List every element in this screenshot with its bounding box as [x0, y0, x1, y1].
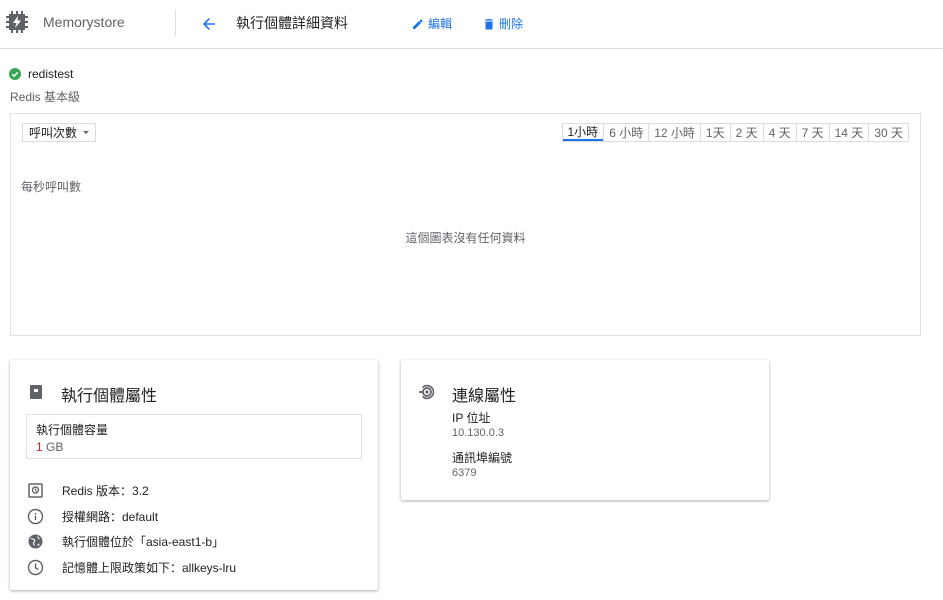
pencil-icon [413, 18, 423, 29]
range-2d[interactable]: 2 天 [729, 124, 763, 141]
range-30d[interactable]: 30 天 [868, 124, 908, 141]
range-7d[interactable]: 7 天 [795, 124, 829, 141]
memorystore-chip-icon [6, 11, 28, 33]
capacity-number: 1 [36, 440, 43, 454]
ip-address-value: 10.130.0.3 [452, 427, 504, 439]
metric-dropdown-value: 呼叫次數 [29, 126, 78, 140]
range-6h[interactable]: 6 小時 [603, 124, 648, 141]
prop-eviction-policy: 記憶體上限政策如下：allkeys-lru [27, 559, 236, 576]
metrics-chart-card: 呼叫次數 1小時 6 小時 12 小時 1天 2 天 4 天 7 天 14 天 … [10, 113, 921, 336]
ip-address-item: IP 位址 10.130.0.3 [452, 409, 504, 439]
chart-empty-message: 這個圖表沒有任何資料 [405, 231, 526, 245]
redis-version-text: Redis 版本：3.2 [62, 484, 149, 498]
product-name[interactable]: Memorystore [43, 14, 125, 30]
port-label: 通訊埠編號 [452, 451, 513, 465]
instance-properties-card: 執行個體屬性 執行個體容量 1 GB Redis 版本：3.2 授權網路：def… [10, 360, 378, 590]
instance-name: redistest [28, 67, 74, 81]
port-item: 通訊埠編號 6379 [452, 449, 512, 479]
chart-y-label: 每秒呼叫數 [21, 180, 82, 194]
header-divider [175, 10, 176, 36]
capacity-value: 1 GB [36, 440, 352, 454]
prop-location: 執行個體位於「asia-east1-b」 [27, 533, 224, 550]
range-1d[interactable]: 1天 [699, 124, 730, 141]
top-bar: Memorystore 執行個體詳細資料 編輯 刪除 [0, 0, 943, 49]
connection-properties-card: 連線屬性 IP 位址 10.130.0.3 通訊埠編號 6379 [401, 360, 769, 500]
range-1h[interactable]: 1小時 [562, 124, 604, 141]
globe-icon [28, 534, 43, 549]
clock-icon [27, 559, 44, 576]
ip-address-label: IP 位址 [452, 411, 491, 425]
check-circle-icon [9, 68, 21, 80]
capacity-label: 執行個體容量 [36, 423, 109, 437]
edit-label: 編輯 [428, 17, 453, 31]
location-text: 執行個體位於「asia-east1-b」 [62, 535, 225, 549]
port-value: 6379 [452, 467, 477, 479]
range-12h[interactable]: 12 小時 [648, 124, 700, 141]
page-title: 執行個體詳細資料 [236, 15, 348, 31]
caret-down-icon [83, 131, 90, 134]
range-14d[interactable]: 14 天 [828, 124, 869, 141]
edit-button[interactable]: 編輯 [411, 15, 452, 32]
capacity-unit: GB [42, 440, 64, 454]
connection-properties-title: 連線屬性 [452, 388, 517, 405]
authorized-network-text: 授權網路：default [62, 510, 159, 524]
capacity-box: 執行個體容量 1 GB [26, 414, 362, 459]
instance-properties-title: 執行個體屬性 [61, 388, 158, 405]
instance-tier: Redis 基本級 [10, 90, 81, 104]
eviction-policy-text: 記憶體上限政策如下：allkeys-lru [62, 561, 237, 575]
trash-icon [485, 18, 493, 29]
delete-button[interactable]: 刪除 [482, 15, 523, 32]
prop-authorized-network: 授權網路：default [27, 508, 158, 525]
arrow-back-icon[interactable] [199, 14, 219, 34]
time-range-selector: 1小時 6 小時 12 小時 1天 2 天 4 天 7 天 14 天 30 天 [561, 123, 909, 142]
metric-dropdown[interactable]: 呼叫次數 [22, 123, 97, 142]
prop-redis-version: Redis 版本：3.2 [27, 482, 149, 499]
info-icon [27, 508, 44, 525]
connection-icon [419, 384, 435, 400]
version-icon [28, 483, 43, 498]
instance-icon [30, 385, 42, 399]
delete-label: 刪除 [499, 17, 524, 31]
instance-summary: redistest [9, 67, 73, 81]
range-4d[interactable]: 4 天 [762, 124, 796, 141]
